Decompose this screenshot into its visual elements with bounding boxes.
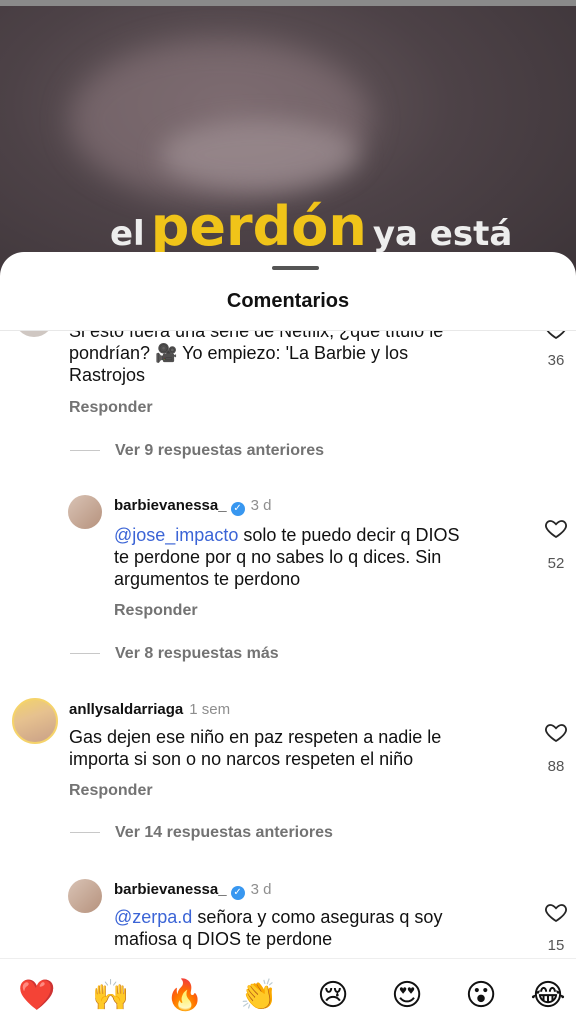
comment-line: te perdone por q no sabes lo q dices. Si…	[114, 547, 442, 567]
like-count: 88	[547, 758, 565, 775]
comment-line: argumentos te perdono	[114, 569, 301, 589]
timestamp: 3 d	[250, 881, 272, 898]
reply-button[interactable]: Responder	[69, 782, 153, 800]
avatar[interactable]	[14, 331, 54, 337]
caption-word-highlight: perdón	[150, 195, 367, 258]
username-link[interactable]: barbievanessa_	[114, 881, 227, 898]
comment-text-span: señora y como aseguras q soy	[192, 907, 443, 927]
heart-eyes-emoji-button[interactable]: 😍	[387, 979, 427, 1013]
sheet-title: Comentarios	[226, 290, 350, 312]
avatar[interactable]	[12, 698, 58, 744]
raising-hands-emoji-button[interactable]: 🙌	[91, 979, 131, 1013]
comment-line: Si esto fuera una serie de Netflix, ¿qué…	[69, 331, 444, 341]
like-count: 52	[547, 555, 565, 572]
username-link[interactable]: barbievanessa_	[114, 497, 227, 514]
comment-line: Rastrojos	[69, 365, 146, 385]
divider	[70, 450, 100, 451]
comment-line: @zerpa.d señora y como aseguras q soy	[114, 906, 442, 928]
comment-line: Gas dejen ese niño en paz respeten a nad…	[69, 727, 442, 747]
comment-text: @zerpa.d señora y como aseguras q soy ma…	[114, 906, 442, 950]
comment-line: @jose_impacto solo te puedo decir q DIOS	[114, 524, 459, 546]
view-more-replies-button[interactable]: Ver 9 respuestas anteriores	[115, 442, 324, 460]
sheet-drag-handle[interactable]	[272, 266, 319, 270]
heart-icon[interactable]	[544, 900, 568, 924]
comment-line: mafiosa q DIOS te perdone	[114, 929, 333, 949]
heart-icon[interactable]	[544, 331, 568, 341]
verified-badge-icon: ✓	[230, 502, 245, 516]
comment-text: Gas dejen ese niño en paz respeten a nad…	[69, 726, 441, 770]
verified-badge-icon: ✓	[230, 886, 245, 900]
mention-link[interactable]: @jose_impacto	[114, 525, 238, 545]
comment-text: @jose_impacto solo te puedo decir q DIOS…	[114, 524, 459, 590]
comment-text: Si esto fuera una serie de Netflix, ¿qué…	[69, 331, 443, 386]
avatar[interactable]	[68, 495, 102, 529]
comment-header: barbievanessa_ ✓ 3 d	[114, 497, 271, 516]
heart-icon[interactable]	[544, 516, 568, 540]
video-caption: el perdón ya está	[110, 195, 512, 258]
video-progress-bar	[0, 0, 576, 6]
heart-icon[interactable]	[544, 720, 568, 744]
fire-emoji-button[interactable]: 🔥	[165, 979, 205, 1013]
caption-word: el	[110, 214, 145, 254]
view-more-replies-button[interactable]: Ver 14 respuestas anteriores	[115, 824, 333, 842]
comment-line: pondrían? 🎥 Yo empiezo: 'La Barbie y los	[69, 343, 409, 363]
comment-line: importa si son o no narcos respeten el n…	[69, 749, 414, 769]
surprised-emoji-button[interactable]: 😮	[461, 979, 501, 1013]
clapping-emoji-button[interactable]: 👏	[239, 979, 279, 1013]
comments-sheet: Comentarios Si esto fuera una serie de N…	[0, 252, 576, 1024]
timestamp: 3 d	[250, 497, 272, 514]
avatar[interactable]	[68, 879, 102, 913]
comment-header: anllysaldarriaga 1 sem	[69, 701, 230, 719]
caption-word: ya está	[372, 214, 513, 254]
timestamp: 1 sem	[189, 701, 231, 718]
emoji-reaction-bar: ❤️ 🙌 🔥 👏 😢 😍 😮 😂	[0, 958, 576, 1024]
comment-header: barbievanessa_ ✓ 3 d	[114, 881, 271, 900]
heart-emoji-button[interactable]: ❤️	[17, 979, 57, 1013]
reply-button[interactable]: Responder	[114, 602, 198, 620]
laughing-emoji-button[interactable]: 😂	[528, 979, 568, 1013]
username-link[interactable]: anllysaldarriaga	[69, 701, 183, 718]
divider	[70, 832, 100, 833]
video-blur-shape	[160, 120, 360, 190]
view-more-replies-button[interactable]: Ver 8 respuestas más	[115, 645, 279, 663]
like-count: 15	[547, 937, 565, 954]
divider	[70, 653, 100, 654]
crying-emoji-button[interactable]: 😢	[313, 979, 353, 1013]
like-count: 36	[547, 352, 565, 369]
reply-button[interactable]: Responder	[69, 399, 153, 417]
mention-link[interactable]: @zerpa.d	[114, 907, 192, 927]
comment-text-span: solo te puedo decir q DIOS	[238, 525, 460, 545]
